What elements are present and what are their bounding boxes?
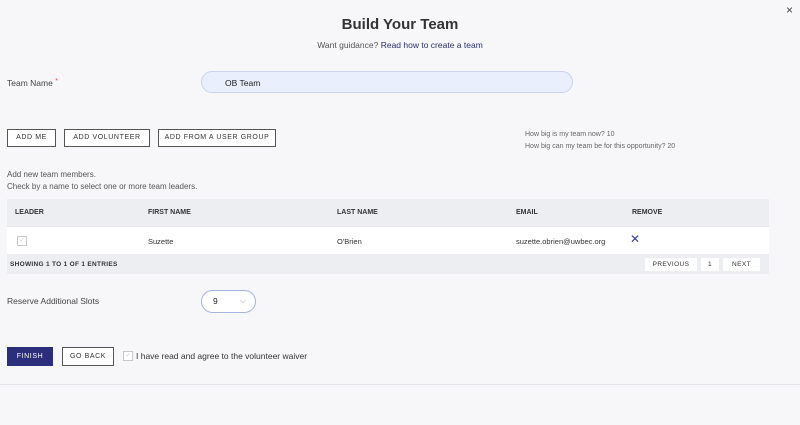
guidance-line: Want guidance? Read how to create a team: [0, 40, 800, 50]
go-back-button[interactable]: GO BACK: [62, 347, 114, 366]
header-last-name: LAST NAME: [337, 209, 378, 216]
add-me-button[interactable]: ADD ME: [7, 129, 56, 147]
guidance-link[interactable]: Read how to create a team: [381, 40, 483, 50]
hint-select-leaders: Check by a name to select one or more te…: [7, 182, 198, 191]
email-cell: suzette.obrien@uwbec.org: [516, 237, 606, 246]
reserve-slots-value: 9: [213, 296, 218, 306]
last-name-cell: O'Brien: [337, 237, 362, 246]
team-size-max: How big can my team be for this opportun…: [525, 143, 676, 150]
header-first-name: FIRST NAME: [148, 209, 191, 216]
previous-page-button[interactable]: PREVIOUS: [645, 258, 697, 271]
team-size-now: How big is my team now? 10: [525, 131, 615, 138]
hint-add-members: Add new team members.: [7, 170, 96, 179]
leader-checkbox[interactable]: ✓: [17, 236, 27, 246]
entries-count: SHOWING 1 TO 1 OF 1 ENTRIES: [10, 261, 118, 268]
close-icon[interactable]: ×: [786, 3, 793, 17]
finish-button[interactable]: FINISH: [7, 347, 53, 366]
page-title: Build Your Team: [341, 16, 459, 33]
next-page-button[interactable]: NEXT: [723, 258, 760, 271]
reserve-slots-select[interactable]: 9 ⌵: [201, 290, 256, 313]
table-row: ✓ Suzette O'Brien suzette.obrien@uwbec.o…: [7, 226, 769, 254]
first-name-cell: Suzette: [148, 237, 174, 246]
add-volunteer-button[interactable]: ADD VOLUNTEER: [64, 129, 150, 147]
table-header: LEADER FIRST NAME LAST NAME EMAIL REMOVE: [7, 199, 769, 226]
add-from-user-group-button[interactable]: ADD FROM A USER GROUP: [158, 129, 276, 147]
header-remove: REMOVE: [632, 209, 663, 216]
required-mark: *: [55, 78, 58, 85]
chevron-down-icon: ⌵: [240, 296, 247, 305]
remove-icon[interactable]: ✕: [630, 232, 640, 246]
team-members-table: LEADER FIRST NAME LAST NAME EMAIL REMOVE…: [7, 199, 769, 274]
table-footer: SHOWING 1 TO 1 OF 1 ENTRIES PREVIOUS 1 N…: [7, 254, 769, 274]
divider: [0, 384, 800, 385]
header-leader: LEADER: [15, 209, 44, 216]
waiver-checkbox[interactable]: ✓: [123, 351, 133, 361]
reserve-slots-label: Reserve Additional Slots: [7, 296, 100, 306]
guidance-prefix: Want guidance?: [317, 40, 379, 50]
team-name-input[interactable]: OB Team: [201, 71, 573, 93]
page-number-button[interactable]: 1: [701, 258, 719, 271]
waiver-label: I have read and agree to the volunteer w…: [136, 351, 308, 361]
team-name-label: Team Name *: [7, 78, 58, 88]
header-email: EMAIL: [516, 209, 538, 216]
team-name-label-text: Team Name: [7, 78, 53, 88]
